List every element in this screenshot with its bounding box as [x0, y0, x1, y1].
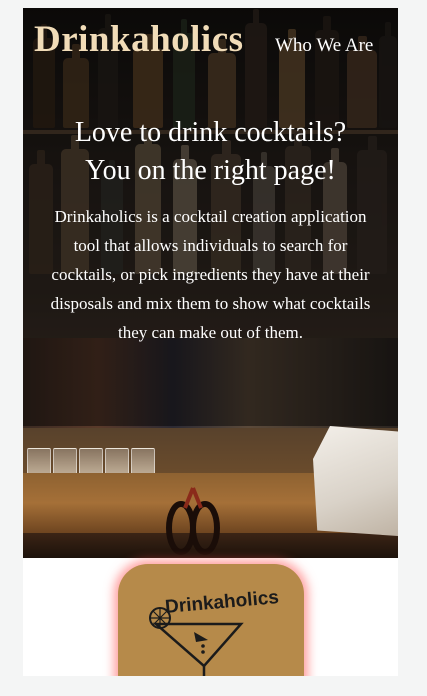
hero-heading: Love to drink cocktails? You on the righ…	[23, 114, 398, 190]
bar-scissors-icon	[166, 487, 220, 555]
cocktail-glass-icon	[149, 607, 244, 676]
brand-title: Drinkaholics	[34, 19, 244, 60]
ice-block	[313, 426, 398, 536]
nav-link-who-we-are[interactable]: Who We Are	[275, 35, 373, 57]
hero-description: Drinkaholics is a cocktail creation appl…	[50, 207, 371, 342]
page-container: Drinkaholics Who We Are Love to drink co…	[23, 8, 398, 676]
hero-heading-line2: You on the right page!	[85, 155, 336, 186]
logo-card: Drinkaholics	[118, 564, 304, 676]
hero-heading-line1: Love to drink cocktails?	[74, 117, 347, 148]
